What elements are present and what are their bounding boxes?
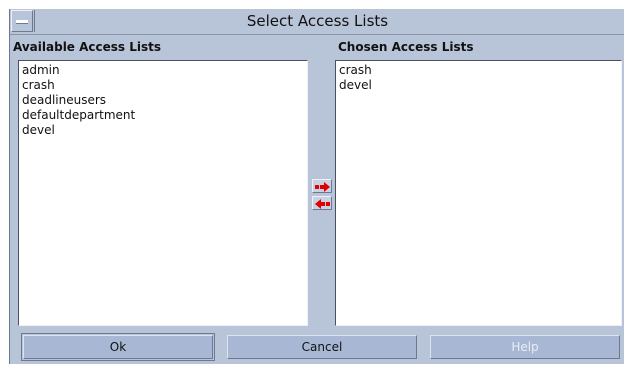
help-button[interactable]: Help xyxy=(430,335,620,359)
arrow-left-icon xyxy=(315,199,330,209)
available-lists-label: Available Access Lists xyxy=(13,40,162,54)
list-item[interactable]: deadlineusers xyxy=(22,93,304,108)
remove-from-chosen-button[interactable] xyxy=(312,196,332,210)
ok-button[interactable]: Ok xyxy=(21,333,215,361)
button-bar: Ok Cancel Help xyxy=(10,331,624,364)
select-access-lists-dialog: Select Access Lists Available Access Lis… xyxy=(9,9,624,364)
arrow-right-icon xyxy=(315,182,330,192)
chosen-lists-label: Chosen Access Lists xyxy=(338,40,474,54)
title-bar: Select Access Lists xyxy=(10,9,624,35)
list-item[interactable]: devel xyxy=(339,78,618,93)
add-to-chosen-button[interactable] xyxy=(312,179,332,193)
list-item[interactable]: crash xyxy=(339,63,618,78)
list-item[interactable]: defaultdepartment xyxy=(22,108,304,123)
list-item[interactable]: devel xyxy=(22,123,304,138)
list-item[interactable]: crash xyxy=(22,78,304,93)
list-item[interactable]: admin xyxy=(22,63,304,78)
available-lists-listbox[interactable]: admin crash deadlineusers defaultdepartm… xyxy=(18,60,308,326)
window-title: Select Access Lists xyxy=(246,12,389,30)
cancel-button[interactable]: Cancel xyxy=(227,335,417,359)
chosen-lists-listbox[interactable]: crash devel xyxy=(335,60,622,326)
